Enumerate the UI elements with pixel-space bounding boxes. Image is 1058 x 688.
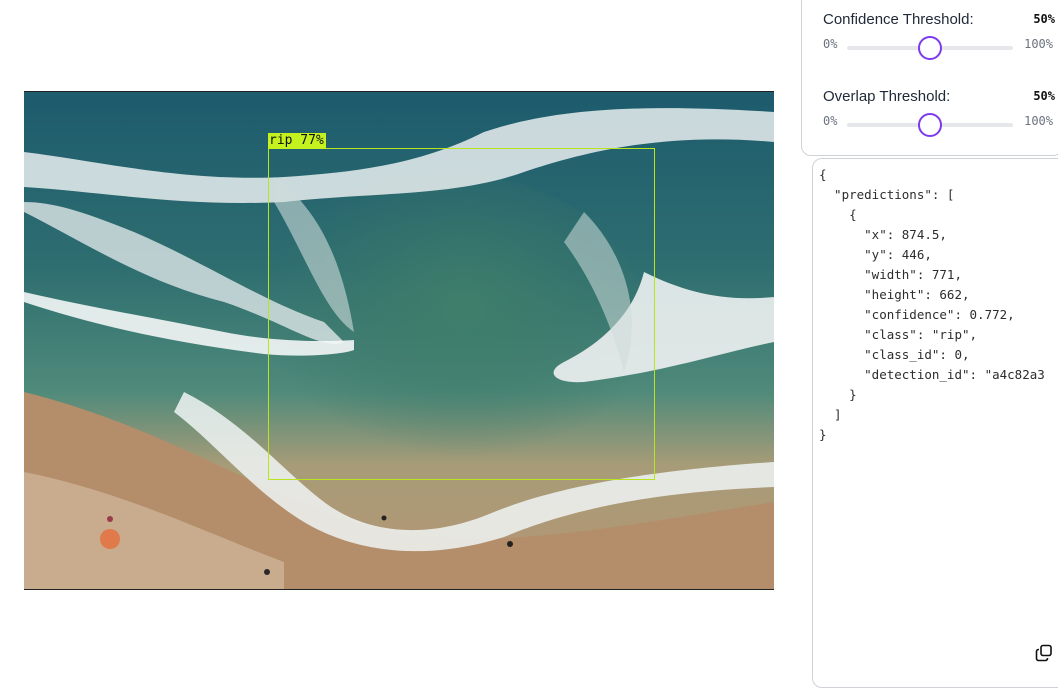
confidence-slider-thumb[interactable] xyxy=(918,36,942,60)
json-line: "class": "rip", xyxy=(819,327,978,342)
overlap-slider-track[interactable] xyxy=(847,113,1013,137)
json-line: { xyxy=(819,167,827,182)
confidence-threshold-label: Confidence Threshold: xyxy=(823,10,974,28)
json-line: "height": 662, xyxy=(819,287,970,302)
detection-bounding-box xyxy=(268,148,655,480)
settings-panel: Confidence Threshold: 50% 0% 100% Overla… xyxy=(801,0,1058,688)
threshold-card: Confidence Threshold: 50% 0% 100% Overla… xyxy=(801,0,1058,156)
overlap-max-label: 100% xyxy=(1024,114,1053,128)
json-line: "predictions": [ xyxy=(819,187,955,202)
json-line: ] xyxy=(819,407,842,422)
detection-label: rip 77% xyxy=(268,133,326,149)
confidence-threshold-value: 50% xyxy=(1033,12,1055,26)
json-output: { "predictions": [ { "x": 874.5, "y": 44… xyxy=(819,165,1045,445)
json-line: { xyxy=(819,207,857,222)
confidence-max-label: 100% xyxy=(1024,37,1053,51)
overlap-threshold: Overlap Threshold: 50% 0% 100% xyxy=(823,86,1055,140)
json-output-panel: { "predictions": [ { "x": 874.5, "y": 44… xyxy=(812,158,1058,688)
overlap-slider-thumb[interactable] xyxy=(918,113,942,137)
overlap-threshold-value: 50% xyxy=(1033,89,1055,103)
json-line: } xyxy=(819,427,827,442)
image-viewer: rip 77% xyxy=(0,0,800,682)
overlap-threshold-label: Overlap Threshold: xyxy=(823,87,951,105)
json-line: "x": 874.5, xyxy=(819,227,947,242)
json-line: } xyxy=(819,387,857,402)
json-line: "width": 771, xyxy=(819,267,962,282)
json-line: "y": 446, xyxy=(819,247,932,262)
json-line: "class_id": 0, xyxy=(819,347,970,362)
confidence-slider-track[interactable] xyxy=(847,36,1013,60)
confidence-threshold: Confidence Threshold: 50% 0% 100% xyxy=(823,9,1055,63)
confidence-min-label: 0% xyxy=(823,37,838,51)
json-line: "detection_id": "a4c82a3 xyxy=(819,367,1045,382)
json-line: "confidence": 0.772, xyxy=(819,307,1015,322)
copy-icon[interactable] xyxy=(1034,643,1054,663)
overlap-min-label: 0% xyxy=(823,114,838,128)
